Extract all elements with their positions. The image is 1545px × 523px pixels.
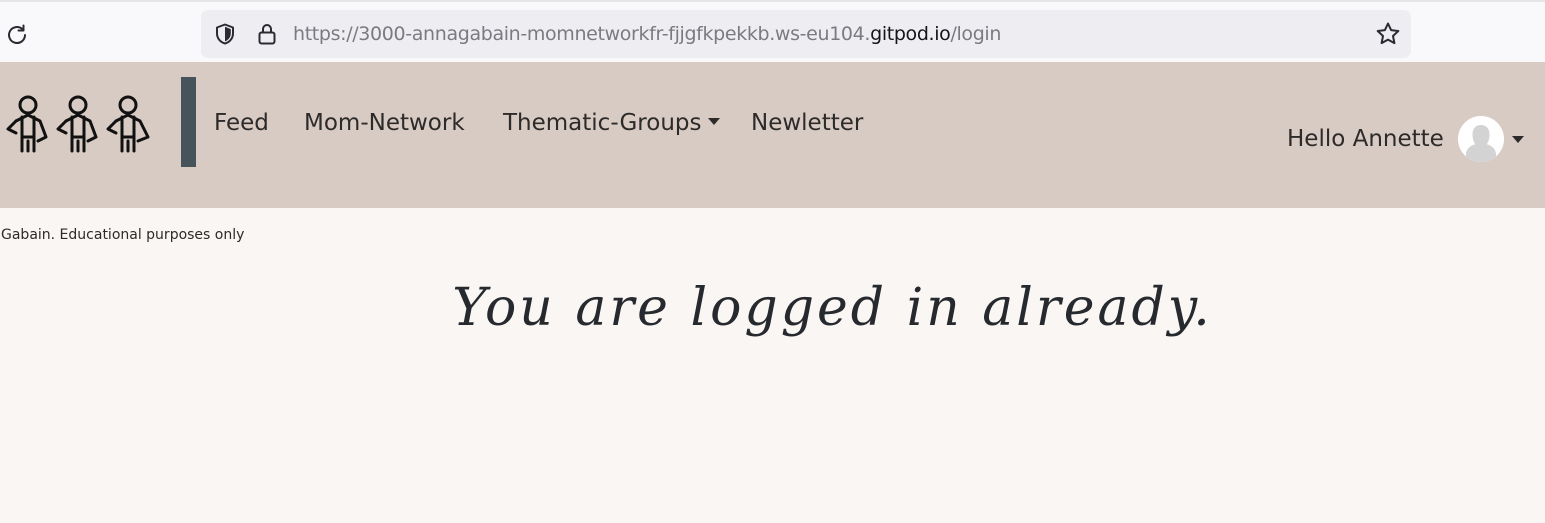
url-prefix: https://3000-annagabain-momnetworkfr-fjj… bbox=[293, 23, 871, 45]
logged-in-message: You are logged in already. bbox=[452, 278, 1213, 338]
nav-thematic-groups-label: Thematic-Groups bbox=[503, 110, 702, 136]
user-greeting: Hello Annette bbox=[1287, 126, 1444, 152]
nav-mom-network[interactable]: Mom-Network bbox=[304, 106, 465, 140]
logo-icon[interactable] bbox=[4, 93, 154, 155]
address-bar[interactable]: https://3000-annagabain-momnetworkfr-fjj… bbox=[201, 10, 1411, 58]
navbar-divider bbox=[181, 77, 196, 167]
nav-feed[interactable]: Feed bbox=[214, 106, 269, 140]
lock-icon[interactable] bbox=[255, 22, 279, 46]
site-navbar: Feed Mom-Network Thematic-Groups Newlett… bbox=[0, 62, 1545, 208]
caret-down-icon bbox=[1511, 135, 1524, 143]
shield-icon[interactable] bbox=[213, 22, 237, 46]
nav-thematic-groups[interactable]: Thematic-Groups bbox=[503, 106, 721, 140]
star-icon[interactable] bbox=[1375, 21, 1401, 47]
browser-toolbar: https://3000-annagabain-momnetworkfr-fjj… bbox=[0, 0, 1545, 62]
avatar[interactable] bbox=[1457, 116, 1504, 162]
nav-newsletter[interactable]: Newletter bbox=[751, 106, 863, 140]
reload-icon[interactable] bbox=[4, 22, 30, 48]
footer-note: Gabain. Educational purposes only bbox=[1, 227, 245, 243]
user-menu[interactable]: Hello Annette bbox=[1287, 116, 1524, 162]
url-domain: gitpod.io bbox=[870, 23, 951, 45]
caret-down-icon bbox=[708, 118, 721, 125]
url-path: /login bbox=[950, 23, 1002, 45]
url-text: https://3000-annagabain-momnetworkfr-fjj… bbox=[293, 22, 1001, 46]
